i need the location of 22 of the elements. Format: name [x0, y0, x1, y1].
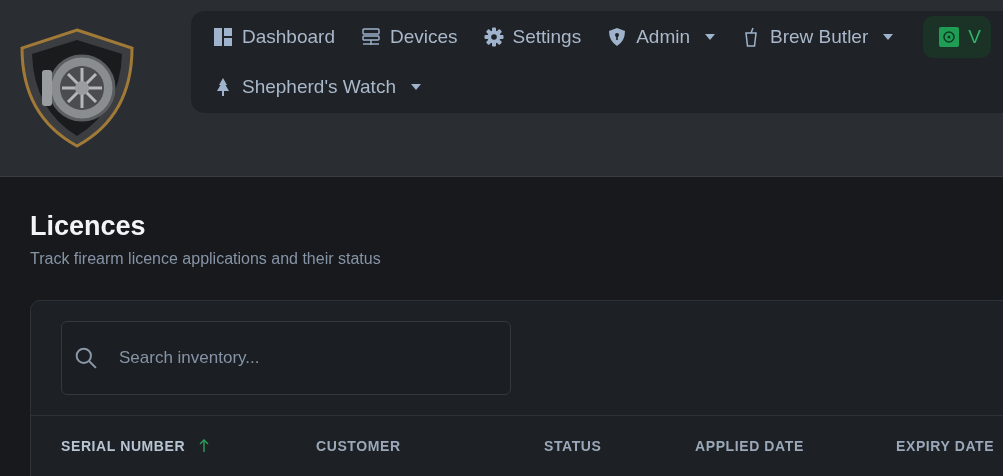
dashboard-icon	[213, 27, 233, 47]
nav-item[interactable]: Devices	[358, 16, 468, 58]
nav-item[interactable]: Brew Butler	[739, 16, 904, 58]
nav-item[interactable]: Admin	[605, 16, 726, 58]
nav-item[interactable]: Shepherd's Watch	[211, 66, 431, 108]
page-title: Licences	[30, 211, 147, 242]
nav-item[interactable]: Dashboard	[211, 16, 345, 58]
nav-item[interactable]: Settings	[481, 16, 592, 58]
column-header[interactable]: EXPIRY DATE	[896, 438, 1003, 454]
server-icon	[360, 27, 381, 47]
shield-lock-icon	[607, 27, 628, 47]
search-icon	[75, 347, 97, 369]
column-header[interactable]: STATUS	[544, 438, 695, 454]
column-header[interactable]: CUSTOMER	[316, 438, 544, 454]
nav-item[interactable]: V	[923, 16, 991, 58]
search-field[interactable]: Search inventory...	[61, 321, 511, 395]
column-header[interactable]: APPLIED DATE	[695, 438, 896, 454]
vault-icon	[939, 27, 960, 47]
sort-up-arrow-icon	[199, 439, 210, 453]
column-header[interactable]: SERIAL NUMBER	[61, 438, 316, 454]
page-subtitle: Track firearm licence applications and their status	[30, 250, 382, 268]
settings-icon	[483, 27, 504, 47]
